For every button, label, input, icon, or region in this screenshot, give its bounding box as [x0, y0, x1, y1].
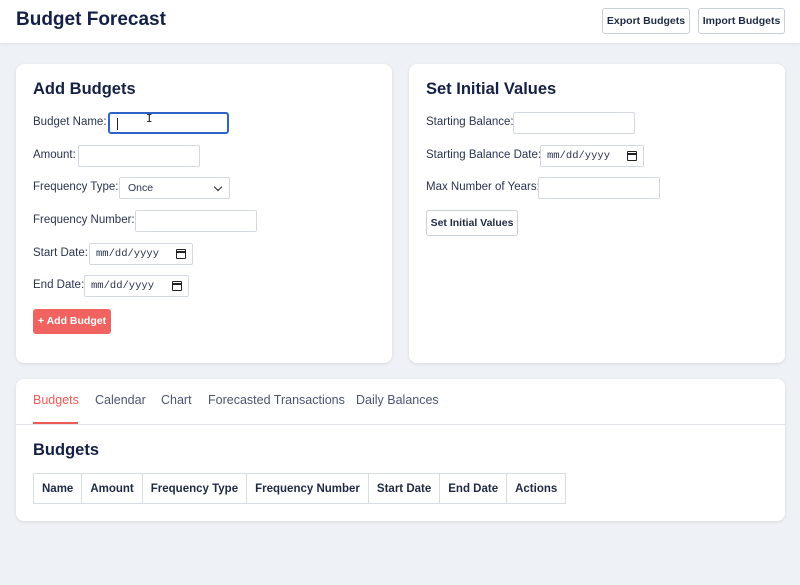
max-years-input[interactable]	[538, 177, 660, 199]
add-budget-button[interactable]: + Add Budget	[33, 309, 111, 334]
initial-values-card: Set Initial Values Starting Balance: Sta…	[409, 64, 785, 363]
text-cursor-icon: I	[146, 112, 153, 125]
frequency-type-label: Frequency Type:	[33, 181, 119, 193]
frequency-number-input[interactable]	[135, 210, 257, 232]
budgets-section-title: Budgets	[33, 441, 99, 459]
column-header-frequency-type: Frequency Type	[141, 473, 248, 504]
start-date-label: Start Date:	[33, 247, 88, 259]
tab-calendar[interactable]: Calendar	[95, 393, 146, 407]
column-header-actions: Actions	[506, 473, 567, 504]
amount-input[interactable]	[78, 145, 200, 167]
export-budgets-button[interactable]: Export Budgets	[602, 8, 690, 34]
tabs-card: Budgets Calendar Chart Forecasted Transa…	[16, 379, 785, 521]
column-header-frequency-number: Frequency Number	[246, 473, 369, 504]
tab-bar: Budgets Calendar Chart Forecasted Transa…	[16, 379, 785, 425]
text-caret	[117, 118, 118, 130]
column-header-name: Name	[32, 473, 83, 504]
tab-chart[interactable]: Chart	[161, 393, 192, 407]
column-header-end-date: End Date	[439, 473, 508, 504]
starting-balance-label: Starting Balance:	[426, 116, 514, 128]
active-tab-indicator	[33, 422, 78, 424]
column-header-amount: Amount	[81, 473, 143, 504]
calendar-icon[interactable]	[172, 281, 182, 291]
calendar-icon[interactable]	[176, 249, 186, 259]
end-date-label: End Date:	[33, 279, 85, 291]
tab-budgets[interactable]: Budgets	[33, 393, 79, 407]
budget-name-label: Budget Name:	[33, 116, 107, 128]
initial-values-title: Set Initial Values	[426, 80, 557, 98]
frequency-number-label: Frequency Number:	[33, 214, 135, 226]
starting-balance-date-input[interactable]: mm/dd/yyyy	[540, 145, 644, 167]
add-budgets-title: Add Budgets	[33, 80, 136, 98]
start-date-placeholder: mm/dd/yyyy	[96, 248, 160, 260]
column-header-start-date: Start Date	[367, 473, 441, 504]
start-date-input[interactable]: mm/dd/yyyy	[89, 243, 193, 265]
import-budgets-button[interactable]: Import Budgets	[698, 8, 785, 34]
end-date-input[interactable]: mm/dd/yyyy	[84, 275, 189, 297]
amount-label: Amount:	[33, 149, 76, 161]
add-budgets-card: Add Budgets Budget Name: Amount: Frequen…	[16, 64, 392, 363]
set-initial-values-button[interactable]: Set Initial Values	[426, 210, 518, 236]
table-header-row: Name Amount Frequency Type Frequency Num…	[32, 473, 567, 504]
starting-balance-input[interactable]	[513, 112, 635, 134]
frequency-type-value: Once	[128, 182, 154, 194]
starting-balance-date-placeholder: mm/dd/yyyy	[547, 150, 611, 162]
end-date-placeholder: mm/dd/yyyy	[91, 280, 155, 292]
calendar-icon[interactable]	[627, 151, 637, 161]
app-header: Budget Forecast Export Budgets Import Bu…	[0, 0, 800, 43]
max-years-label: Max Number of Years:	[426, 181, 540, 193]
app-title: Budget Forecast	[16, 9, 166, 30]
tab-daily-balances[interactable]: Daily Balances	[356, 393, 439, 407]
starting-balance-date-label: Starting Balance Date:	[426, 149, 542, 161]
tab-forecasted-transactions[interactable]: Forecasted Transactions	[208, 393, 345, 407]
chevron-down-icon	[213, 182, 223, 191]
budget-name-input[interactable]	[108, 112, 229, 134]
budgets-table: Name Amount Frequency Type Frequency Num…	[32, 473, 567, 504]
frequency-type-select[interactable]: Once	[119, 177, 230, 199]
